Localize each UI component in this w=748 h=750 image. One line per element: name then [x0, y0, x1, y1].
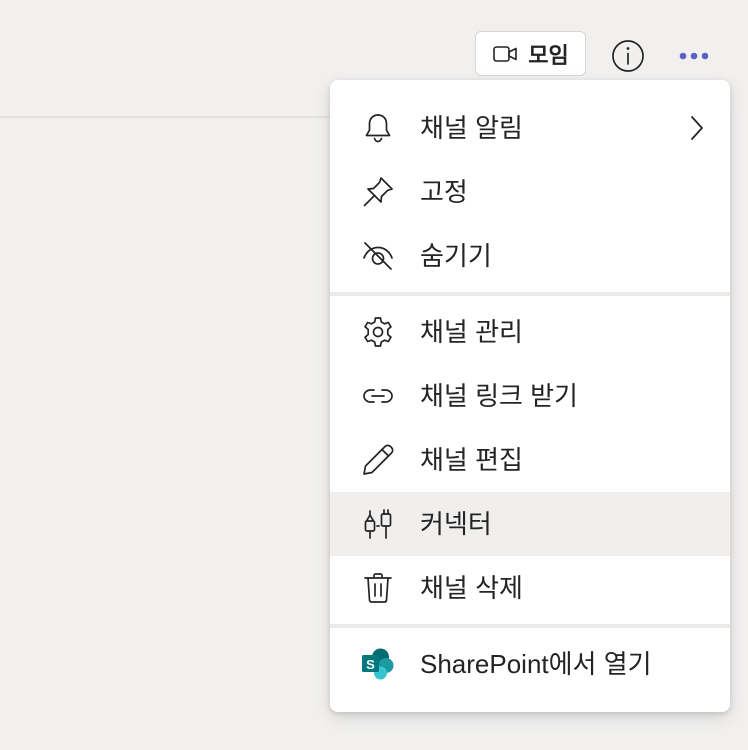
- menu-item-label: 채널 알림: [420, 113, 523, 143]
- menu-item-get-channel-link[interactable]: 채널 링크 받기: [330, 364, 730, 428]
- gear-icon: [360, 314, 396, 350]
- link-icon: [360, 378, 396, 414]
- menu-item-pin[interactable]: 고정: [330, 160, 730, 224]
- info-icon: [611, 39, 645, 73]
- menu-divider: [330, 624, 730, 628]
- info-button[interactable]: [610, 38, 646, 74]
- menu-item-connectors[interactable]: 커넥터: [330, 492, 730, 556]
- menu-item-delete-channel[interactable]: 채널 삭제: [330, 556, 730, 620]
- menu-item-label: 커넥터: [420, 509, 492, 539]
- meet-button-label: 모임: [528, 42, 569, 68]
- sharepoint-icon: S: [360, 646, 396, 682]
- eye-off-icon: [360, 238, 396, 274]
- menu-item-label: 채널 삭제: [420, 573, 523, 603]
- menu-item-manage-channel[interactable]: 채널 관리: [330, 300, 730, 364]
- channel-options-menu: 채널 알림 고정 숨기기 채널 관리 채널 링크 받기 채널 편집 커넥터 채널…: [330, 80, 730, 712]
- pencil-icon: [360, 442, 396, 478]
- bell-icon: [360, 110, 396, 146]
- menu-item-label: 숨기기: [420, 241, 492, 271]
- menu-item-label: 채널 관리: [420, 317, 523, 347]
- menu-item-channel-notifications[interactable]: 채널 알림: [330, 96, 730, 160]
- chevron-right-icon: [682, 114, 710, 142]
- teams-channel-view: 모임 채널 알림 고정 숨기기 채널 관리 채널 링크 받기 채널 편집 커넥터…: [0, 0, 748, 750]
- trash-icon: [360, 570, 396, 606]
- menu-item-label: 채널 편집: [420, 445, 523, 475]
- header-divider: [0, 116, 330, 118]
- menu-item-hide[interactable]: 숨기기: [330, 224, 730, 288]
- menu-item-label: 고정: [420, 177, 468, 207]
- menu-divider: [330, 292, 730, 296]
- svg-text:S: S: [366, 657, 375, 672]
- menu-item-open-in-sharepoint[interactable]: S SharePoint에서 열기: [330, 632, 730, 696]
- menu-item-label: 채널 링크 받기: [420, 381, 578, 411]
- more-options-button[interactable]: [674, 38, 714, 74]
- menu-item-label: SharePoint에서 열기: [420, 649, 652, 679]
- connector-plug-icon: [360, 506, 396, 542]
- more-horizontal-icon: [679, 51, 709, 61]
- menu-item-edit-channel[interactable]: 채널 편집: [330, 428, 730, 492]
- video-camera-icon: [492, 41, 518, 67]
- pin-icon: [360, 174, 396, 210]
- meet-button[interactable]: 모임: [475, 31, 586, 76]
